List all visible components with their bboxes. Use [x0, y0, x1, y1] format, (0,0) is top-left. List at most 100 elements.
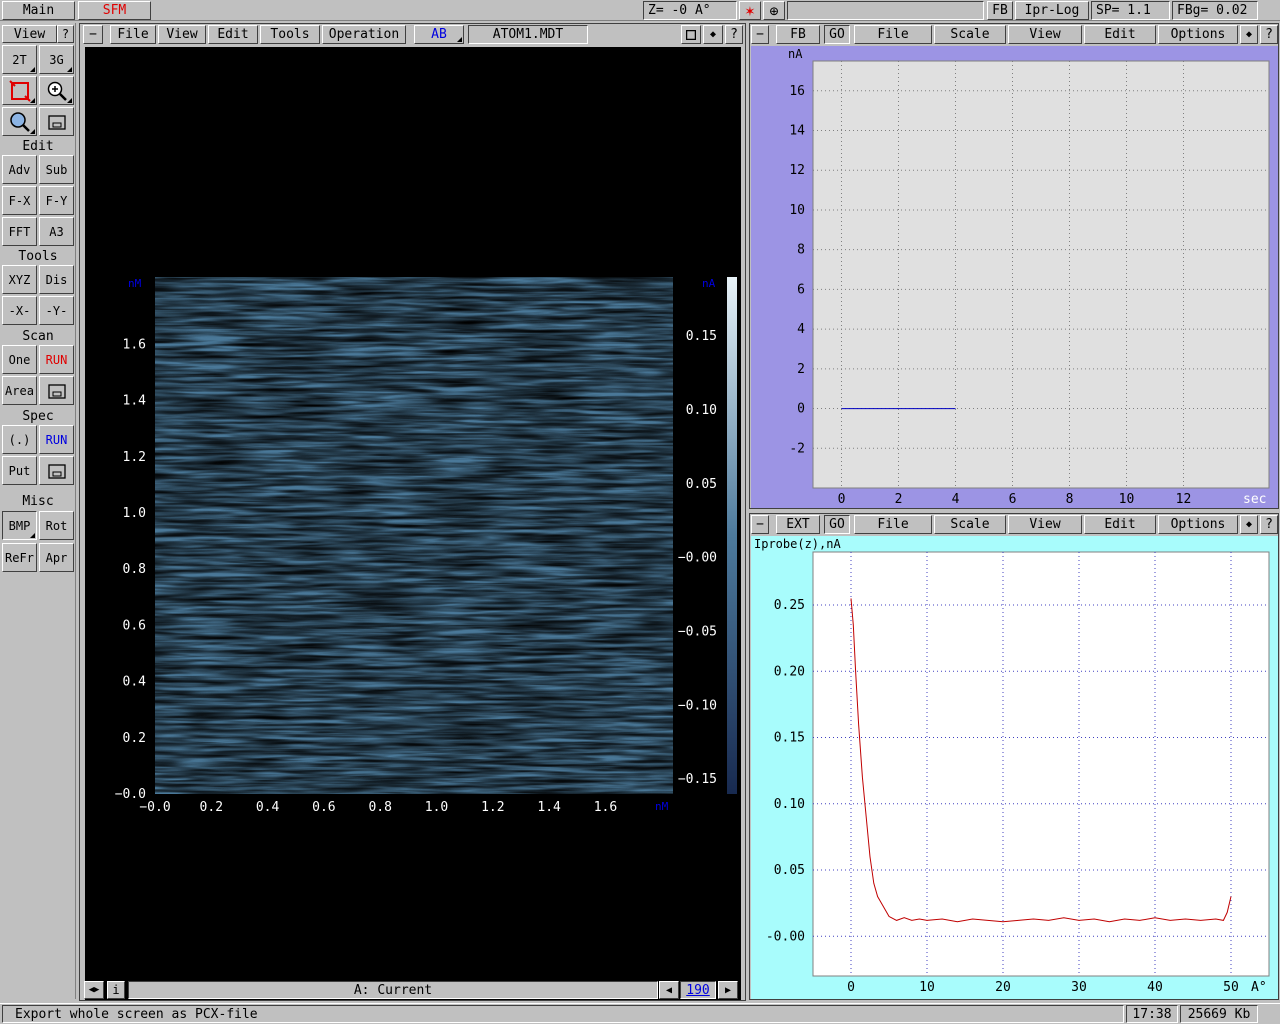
main-button[interactable]: Main: [2, 1, 75, 20]
x-axis-label: A°: [1251, 980, 1267, 995]
fb-menu-options[interactable]: Options: [1158, 25, 1238, 44]
ext-menu-options[interactable]: Options: [1158, 515, 1238, 534]
rot-button[interactable]: Rot: [39, 511, 74, 540]
fb-mode-button[interactable]: FB: [776, 25, 820, 44]
fb-help-button[interactable]: ?: [1260, 25, 1278, 44]
frame-prev-icon[interactable]: ◀: [659, 981, 679, 999]
fb-go-button[interactable]: GO: [824, 25, 850, 44]
updown-icon[interactable]: ◆: [703, 25, 723, 44]
fb-menu-file[interactable]: File: [854, 25, 932, 44]
afm-scan-image[interactable]: [155, 277, 673, 794]
lr-arrows-icon[interactable]: ◀▶: [84, 981, 104, 999]
fx-button[interactable]: F-X: [2, 186, 37, 215]
fb-button[interactable]: FB: [987, 1, 1013, 20]
scan-folder-icon[interactable]: [39, 376, 74, 405]
image-window: − File View Edit Tools Operation AB ATOM…: [79, 23, 746, 1001]
spec-point-button[interactable]: (.): [2, 425, 37, 454]
ext-menu-file[interactable]: File: [854, 515, 932, 534]
image-menu-file[interactable]: File: [110, 25, 156, 44]
x-tick-label: 6: [1009, 492, 1017, 507]
ext-go-button[interactable]: GO: [824, 515, 850, 534]
x-tick-label: 0: [838, 492, 846, 507]
y-tick-label: 16: [789, 84, 805, 99]
x-tick-label: 2: [895, 492, 903, 507]
ext-minimize-button[interactable]: −: [751, 515, 769, 534]
image-y-tick: 1.4: [123, 394, 147, 409]
2t-button[interactable]: 2T: [2, 45, 37, 74]
zoom-in-icon[interactable]: [39, 76, 74, 105]
toolbar-help-button[interactable]: ?: [57, 25, 74, 43]
colorbar-tick: −0.10: [678, 698, 717, 713]
y-axis-label: nA: [788, 47, 803, 61]
y-tick-label: 2: [797, 362, 805, 377]
y-tick-label: 0.20: [774, 664, 805, 679]
scan-one-button[interactable]: One: [2, 345, 37, 374]
tools-section-label: Tools: [18, 248, 58, 264]
maximize-icon[interactable]: [681, 25, 701, 44]
fb-menu-scale[interactable]: Scale: [934, 25, 1006, 44]
fb-chart[interactable]: 0 2 4 6 8 10 12 16 14 12 10 8 6 4 2 0 -2 nA sec: [751, 46, 1278, 508]
ipr-log-button[interactable]: Ipr-Log: [1015, 1, 1089, 20]
ext-menu-scale[interactable]: Scale: [934, 515, 1006, 534]
spec-folder-icon[interactable]: [39, 456, 74, 485]
y-tick-label: -2: [789, 441, 805, 456]
info-button[interactable]: i: [107, 981, 125, 999]
fb-updown-icon[interactable]: ◆: [1240, 25, 1258, 44]
plot-frame: [812, 551, 1270, 977]
magnifier-icon[interactable]: [2, 107, 37, 136]
x-profile-button[interactable]: -X-: [2, 296, 37, 325]
ext-mode-button[interactable]: EXT: [776, 515, 820, 534]
frame-next-icon[interactable]: ▶: [718, 981, 738, 999]
image-menu-edit[interactable]: Edit: [208, 25, 258, 44]
image-y-tick: 1.2: [123, 450, 146, 465]
image-y-tick: 0.6: [123, 618, 146, 633]
image-menu-operation[interactable]: Operation: [322, 25, 406, 44]
bmp-button[interactable]: BMP: [2, 511, 37, 540]
y-tick-label: 14: [789, 124, 805, 139]
fy-button[interactable]: F-Y: [39, 186, 74, 215]
image-menu-view[interactable]: View: [158, 25, 206, 44]
image-minimize-button[interactable]: −: [83, 25, 103, 44]
ab-channel-button[interactable]: AB: [414, 25, 464, 44]
3g-button[interactable]: 3G: [39, 45, 74, 74]
image-menu-tools[interactable]: Tools: [260, 25, 320, 44]
crosshair-icon[interactable]: ⊕: [763, 1, 785, 20]
ext-menu-edit[interactable]: Edit: [1084, 515, 1156, 534]
image-display-area: nM nM nA 1.6 1.4 1.2 1.0 0.8 0.6 0.4 0.2 −0.0 −0.…: [85, 47, 741, 1000]
fb-minimize-button[interactable]: −: [751, 25, 769, 44]
apr-button[interactable]: Apr: [39, 543, 74, 572]
status-message: Export whole screen as PCX-file: [2, 1005, 1124, 1023]
y-profile-button[interactable]: -Y-: [39, 296, 74, 325]
scan-run-button[interactable]: RUN: [39, 345, 74, 374]
ext-chart[interactable]: 0 10 20 30 40 50 0.25 0.20 0.15 0.10 0.05 -0.00 Ipro…: [751, 536, 1278, 999]
ext-help-button[interactable]: ?: [1260, 515, 1278, 534]
fft-button[interactable]: FFT: [2, 217, 37, 246]
fb-menu-edit[interactable]: Edit: [1084, 25, 1156, 44]
x-unit-label: nM: [655, 800, 669, 813]
status-bar: Export whole screen as PCX-file 17:38 25…: [0, 1003, 1280, 1024]
frame-select-icon[interactable]: [2, 76, 37, 105]
ext-updown-icon[interactable]: ◆: [1240, 515, 1258, 534]
image-x-tick: 0.8: [368, 800, 391, 815]
dis-button[interactable]: Dis: [39, 265, 74, 294]
spec-run-button[interactable]: RUN: [39, 425, 74, 454]
frame-number[interactable]: 190: [680, 981, 716, 999]
xyz-button[interactable]: XYZ: [2, 265, 37, 294]
scan-area-button[interactable]: Area: [2, 376, 37, 405]
folder-icon[interactable]: [39, 107, 74, 136]
fb-menu-view[interactable]: View: [1008, 25, 1082, 44]
image-help-button[interactable]: ?: [725, 25, 743, 44]
plot-frame: [812, 60, 1270, 489]
spec-put-button[interactable]: Put: [2, 456, 37, 485]
y-axis-label: Iprobe(z),nA: [754, 537, 841, 551]
image-y-tick: 1.6: [123, 337, 146, 352]
colorbar-tick: 0.10: [686, 403, 717, 418]
a3-button[interactable]: A3: [39, 217, 74, 246]
sfm-button[interactable]: SFM: [78, 1, 151, 20]
ext-menu-view[interactable]: View: [1008, 515, 1082, 534]
stop-icon[interactable]: ✶: [739, 1, 761, 20]
view-section-label[interactable]: View: [2, 25, 57, 43]
adv-button[interactable]: Adv: [2, 155, 37, 184]
refr-button[interactable]: ReFr: [2, 543, 37, 572]
sub-button[interactable]: Sub: [39, 155, 74, 184]
